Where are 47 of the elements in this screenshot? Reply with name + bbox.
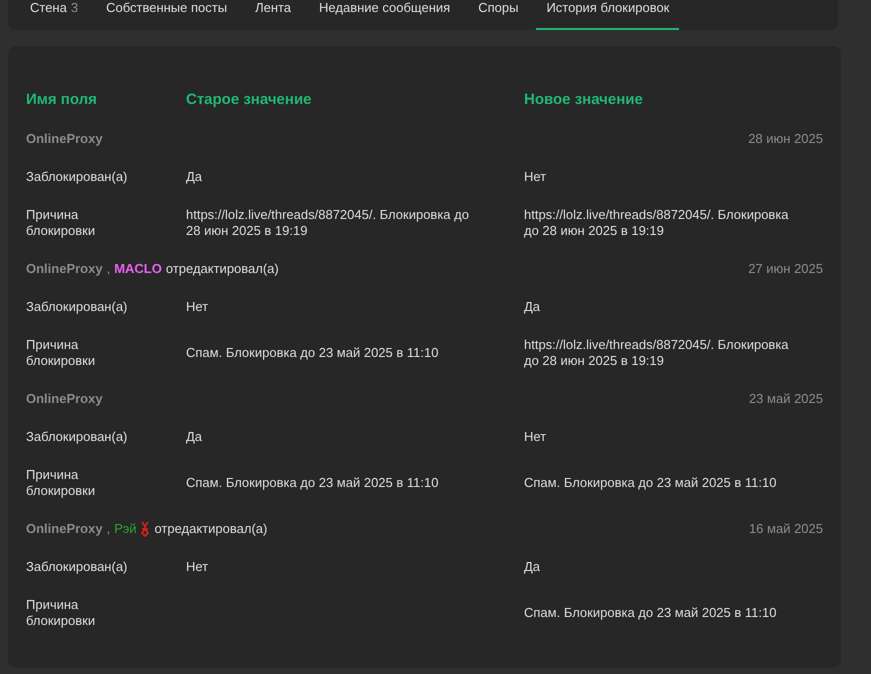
tab-count: 3 xyxy=(70,0,78,16)
old-value: Нет xyxy=(186,299,208,315)
separator: , xyxy=(106,261,110,277)
old-value: Спам. Блокировка до 23 май 2025 в 11:10 xyxy=(186,475,438,491)
new-value: Нет xyxy=(524,429,546,445)
field-name: Причина блокировки xyxy=(26,597,96,629)
new-value: Спам. Блокировка до 23 май 2025 в 11:10 xyxy=(524,475,776,491)
old-value: https://lolz.live/threads/8872045/. Блокировка до 28 июн 2025 в 19:19 xyxy=(186,207,470,239)
old-value: Да xyxy=(186,169,202,185)
tab[interactable]: Споры xyxy=(468,0,528,30)
new-value: https://lolz.live/threads/8872045/. Блокировка до 28 июн 2025 в 19:19 xyxy=(524,207,790,239)
new-value: Спам. Блокировка до 23 май 2025 в 11:10 xyxy=(524,605,776,621)
username[interactable]: OnlineProxy xyxy=(26,391,103,407)
column-header: Имя поля xyxy=(26,90,98,110)
username[interactable]: OnlineProxy xyxy=(26,521,103,537)
field-name: Причина блокировки xyxy=(26,207,96,239)
username[interactable]: OnlineProxy xyxy=(26,261,103,277)
date: 16 май 2025 xyxy=(748,521,823,537)
column-header: Старое значение xyxy=(186,90,313,110)
tab[interactable]: История блокировок xyxy=(536,0,680,30)
tab[interactable]: Собственные посты xyxy=(96,0,238,30)
field-name: Заблокирован(а) xyxy=(26,299,128,315)
field-name: Заблокирован(а) xyxy=(26,429,128,445)
column-header: Новое значение xyxy=(524,90,644,110)
username[interactable]: OnlineProxy xyxy=(26,131,103,147)
editor-name[interactable]: MACLO xyxy=(114,261,162,277)
new-value: https://lolz.live/threads/8872045/. Блокировка до 28 июн 2025 в 19:19 xyxy=(524,337,790,369)
old-value: Да xyxy=(186,429,202,445)
action-text: отредактировал(а) xyxy=(166,261,279,277)
editor-name[interactable]: Рэй xyxy=(114,521,136,537)
new-value: Да xyxy=(524,559,540,575)
field-name: Причина блокировки xyxy=(26,467,96,499)
field-name: Заблокирован(а) xyxy=(26,169,128,185)
old-value: Спам. Блокировка до 23 май 2025 в 11:10 xyxy=(186,345,438,361)
separator: , xyxy=(106,521,110,537)
old-value: Нет xyxy=(186,559,208,575)
tab[interactable]: Лента xyxy=(245,0,302,30)
date: 27 июн 2025 xyxy=(748,261,823,277)
action-text: отредактировал(а) xyxy=(154,521,268,537)
tab[interactable]: Стена 3 xyxy=(20,0,88,30)
new-value: Да xyxy=(524,299,540,315)
tab[interactable]: Недавние сообщения xyxy=(309,0,460,30)
field-name: Заблокирован(а) xyxy=(26,559,128,575)
date: 28 июн 2025 xyxy=(748,131,823,147)
date: 23 май 2025 xyxy=(748,391,823,407)
new-value: Нет xyxy=(524,169,546,185)
field-name: Причина блокировки xyxy=(26,337,96,369)
